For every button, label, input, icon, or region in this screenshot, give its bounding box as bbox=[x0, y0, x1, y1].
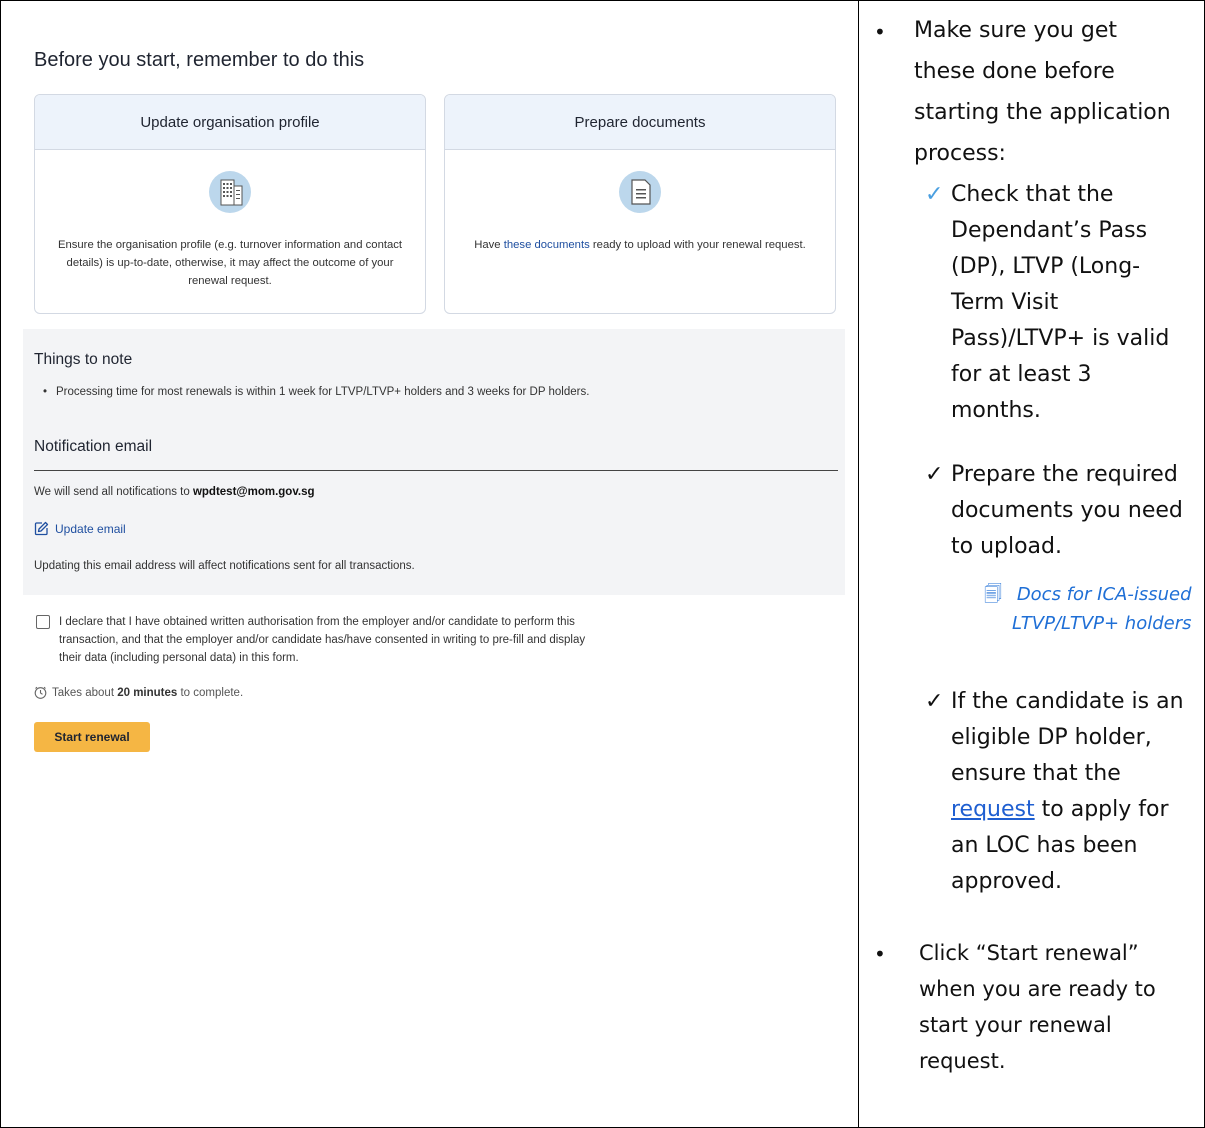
docs-ica-link[interactable]: Docs for ICA-issued LTVP/LTVP+ holders bbox=[1012, 580, 1192, 638]
these-documents-link[interactable]: these documents bbox=[504, 239, 590, 251]
notes-panel: Things to note • Processing time for most… bbox=[23, 329, 845, 595]
update-email-link[interactable]: Update email bbox=[34, 521, 126, 536]
page-heading: Before you start, remember to do this bbox=[34, 49, 365, 71]
declaration-text: I declare that I have obtained written a… bbox=[59, 616, 586, 664]
update-email-note: Updating this email address will affect … bbox=[34, 560, 415, 572]
declaration-checkbox[interactable] bbox=[36, 615, 50, 629]
things-to-note-title: Things to note bbox=[34, 351, 133, 368]
document-icon bbox=[619, 171, 661, 213]
bullet-icon: • bbox=[874, 942, 886, 966]
building-icon bbox=[209, 171, 251, 213]
card-description: Have these documents ready to upload wit… bbox=[474, 239, 806, 251]
bullet-icon: • bbox=[874, 20, 886, 44]
request-link[interactable]: request bbox=[951, 797, 1035, 822]
declaration: I declare that I have obtained written a… bbox=[34, 613, 594, 667]
card-description: Ensure the organisation profile (e.g. tu… bbox=[57, 239, 403, 287]
instructions-panel: • Make sure you get these done before star… bbox=[859, 1, 1204, 1127]
card-title: Update organisation profile bbox=[35, 95, 425, 150]
edit-icon bbox=[34, 521, 49, 536]
start-renewal-button[interactable]: Start renewal bbox=[34, 722, 150, 752]
check-item-validity: Check that the Dependant’s Pass (DP), LTVP… bbox=[951, 182, 1170, 423]
check-icon: ✓ bbox=[925, 182, 944, 207]
instruction-intro: Make sure you get these done before starti… bbox=[914, 18, 1171, 166]
screenshot-panel: Before you start, remember to do this Up… bbox=[1, 1, 858, 1127]
note-item: • Processing time for most renewals is wi… bbox=[43, 386, 590, 398]
check-icon: ✓ bbox=[925, 462, 944, 487]
time-estimate: Takes about 20 minutes to complete. bbox=[34, 686, 243, 699]
notification-email-title: Notification email bbox=[34, 438, 153, 455]
instruction-start: Click “Start renewal” when you are ready … bbox=[919, 941, 1156, 1073]
divider bbox=[34, 470, 838, 471]
prepare-documents-card: Prepare documents Have these documents r… bbox=[444, 94, 836, 314]
document-icon: 🗐 bbox=[984, 584, 1002, 605]
clock-icon bbox=[34, 686, 47, 699]
update-profile-card: Update organisation profile Ensure the o… bbox=[34, 94, 426, 314]
check-item-loc: If the candidate is an eligible DP holde… bbox=[951, 689, 1184, 894]
check-item-documents: Prepare the required documents you need to… bbox=[951, 462, 1183, 559]
email-address: wpdtest@mom.gov.sg bbox=[192, 486, 315, 498]
card-title: Prepare documents bbox=[445, 95, 835, 150]
email-info: We will send all notifications to wpdtes… bbox=[34, 486, 315, 498]
check-icon: ✓ bbox=[925, 689, 944, 714]
